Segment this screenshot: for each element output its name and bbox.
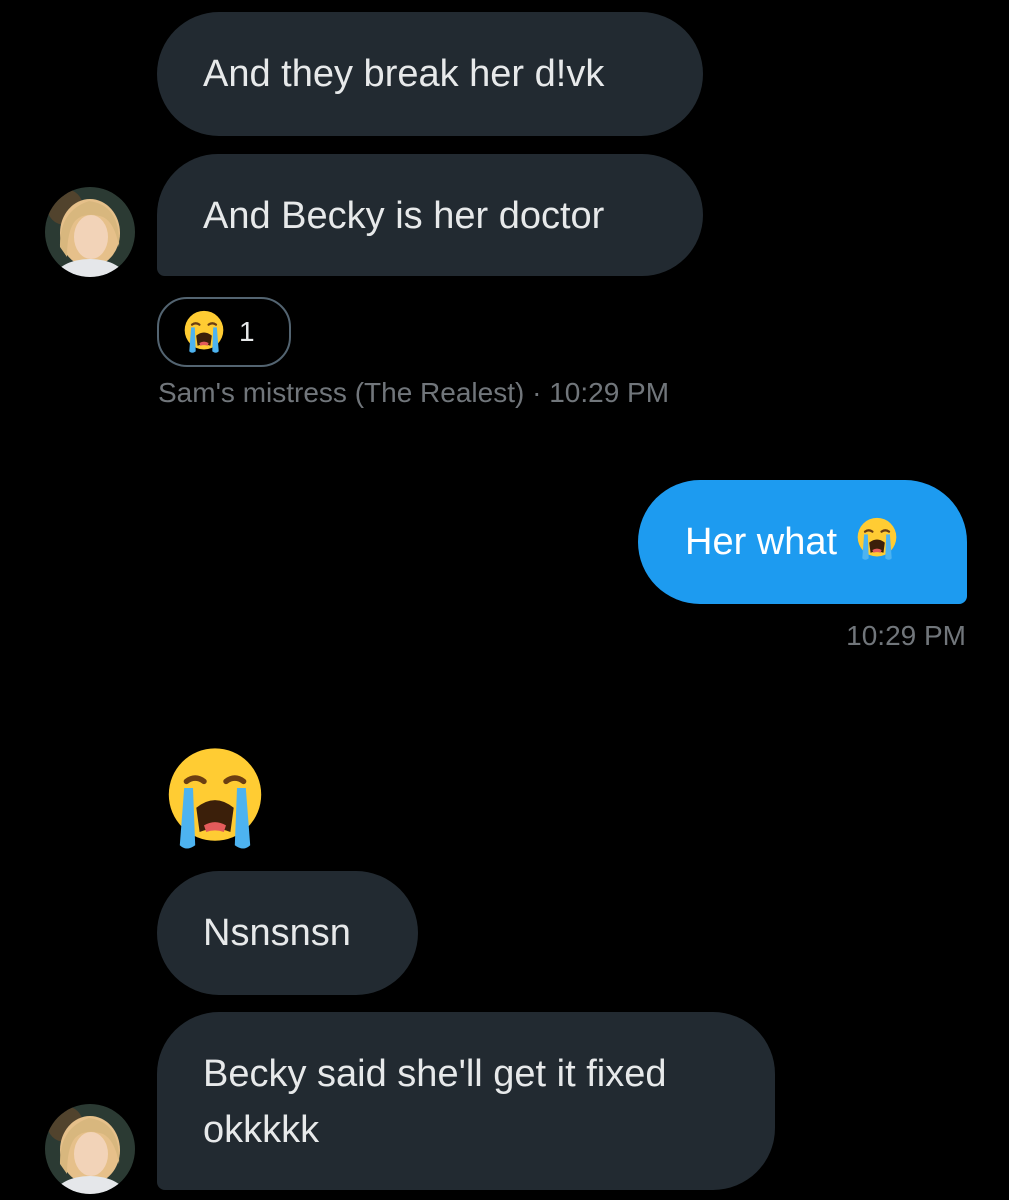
emoji-message[interactable] <box>160 744 270 854</box>
timestamp: 10:29 PM <box>846 620 966 651</box>
message-bubble[interactable]: And Becky is her doctor <box>157 154 703 276</box>
loudly-crying-face-icon <box>854 516 900 562</box>
message-bubble[interactable]: Becky said she'll get it fixed okkkkk <box>157 1012 775 1190</box>
reaction-badge[interactable]: 1 <box>157 297 291 367</box>
reaction-count: 1 <box>239 316 255 347</box>
message-bubble-outgoing[interactable]: Her what <box>638 480 967 604</box>
message-text: Becky said she'll get it fixed okkkkk <box>203 1053 667 1151</box>
sender-name[interactable]: Sam's mistress (The Realest) <box>158 377 524 408</box>
loudly-crying-face-icon <box>181 309 227 355</box>
message-text: Her what <box>685 521 838 563</box>
message-text: And Becky is her doctor <box>203 195 605 237</box>
avatar[interactable] <box>45 1104 135 1194</box>
meta-separator: · <box>532 377 542 408</box>
message-bubble[interactable]: And they break her d!vk <box>157 12 703 136</box>
message-text: Nsnsnsn <box>203 912 351 954</box>
avatar[interactable] <box>45 187 135 277</box>
message-text: And they break her d!vk <box>203 53 605 95</box>
loudly-crying-face-icon <box>160 744 270 854</box>
timestamp: 10:29 PM <box>549 377 670 408</box>
message-bubble[interactable]: Nsnsnsn <box>157 871 418 995</box>
message-meta: Sam's mistress (The Realest) · 10:29 PM <box>158 377 669 409</box>
